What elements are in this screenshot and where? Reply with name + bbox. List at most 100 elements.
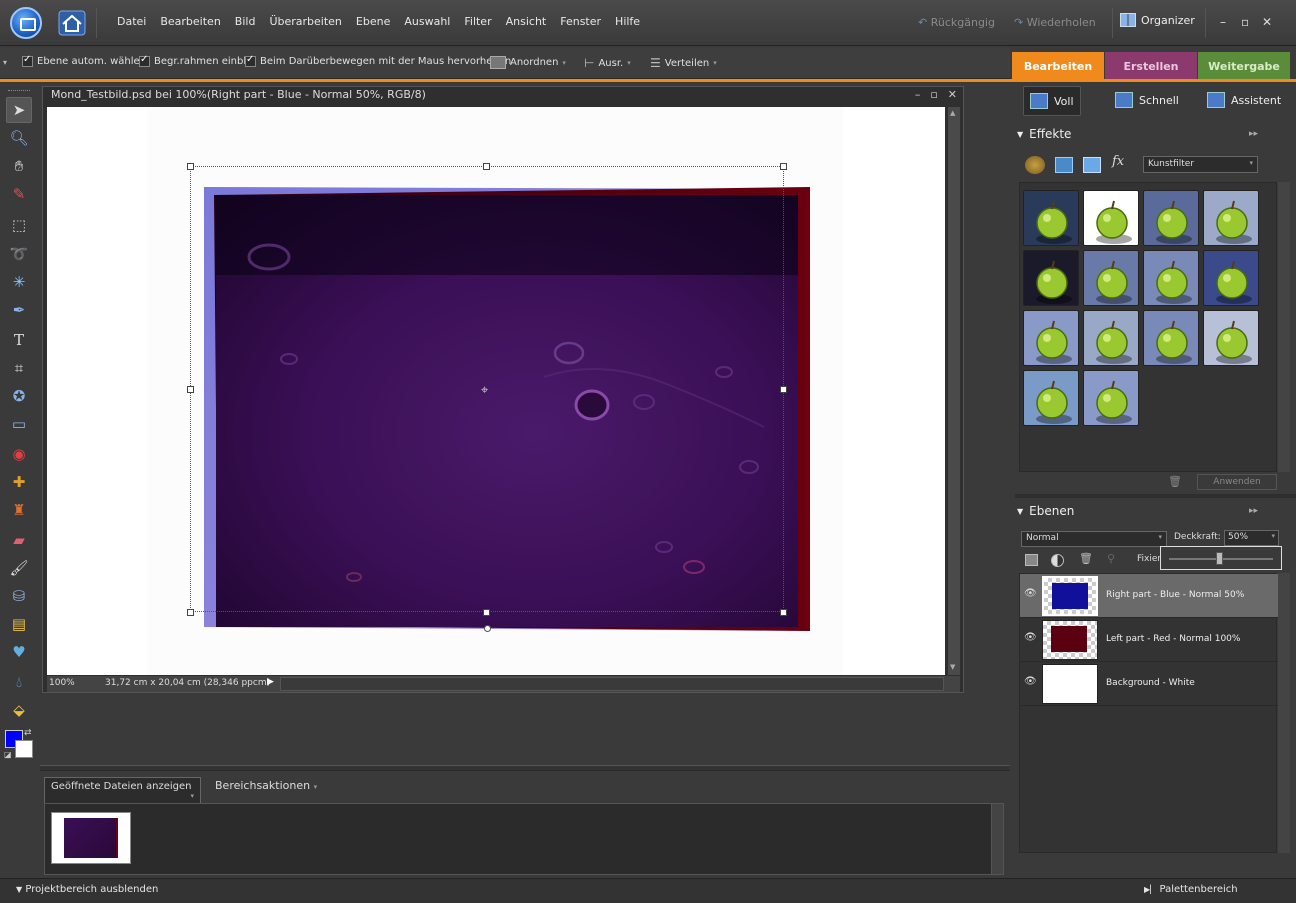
close-icon[interactable]: ✕ — [1262, 15, 1272, 29]
bounding-box-checkbox[interactable]: Begr.rahmen einbl. — [139, 54, 249, 67]
eye-icon[interactable]: 👁︎ — [1024, 588, 1038, 599]
effect-thumbnail[interactable] — [1143, 190, 1199, 246]
transform-handle-t[interactable] — [483, 163, 490, 170]
image-canvas[interactable]: ⌖ — [47, 107, 945, 675]
lasso-tool-icon[interactable]: ➰ — [6, 241, 32, 267]
horizontal-scrollbar[interactable] — [280, 677, 944, 691]
eyedropper-tool-icon[interactable]: ✎ — [6, 181, 32, 207]
layers-scrollbar[interactable] — [1278, 573, 1290, 853]
minimize-icon[interactable]: – — [1220, 15, 1226, 29]
effect-thumbnail[interactable] — [1203, 310, 1259, 366]
eye-icon[interactable]: 👁︎ — [1024, 632, 1038, 643]
effects-panel-header[interactable]: ▼ Effekte ▸▸ — [1017, 124, 1292, 144]
lock-icon[interactable]: ⚲ — [1107, 552, 1115, 565]
bin-scrollbar[interactable] — [991, 804, 1003, 874]
background-color-swatch[interactable] — [15, 740, 33, 758]
zoom-level[interactable]: 100% — [49, 678, 75, 688]
doc-maximize-icon[interactable]: ▫ — [930, 88, 937, 101]
status-menu-arrow-icon[interactable]: ▶ — [267, 677, 274, 687]
bin-actions-menu[interactable]: Bereichsaktionen ▾ — [215, 779, 317, 792]
effect-thumbnail[interactable] — [1083, 310, 1139, 366]
panel-menu-icon[interactable]: ▸▸ — [1249, 129, 1258, 139]
menu-bearbeiten[interactable]: Bearbeiten — [153, 15, 227, 28]
menu-fenster[interactable]: Fenster — [553, 15, 608, 28]
layer-row[interactable]: 👁︎ Left part - Red - Normal 100% — [1020, 618, 1278, 662]
filter-category-select[interactable]: Kunstfilter ▾ — [1143, 156, 1258, 173]
doc-close-icon[interactable]: ✕ — [948, 88, 957, 101]
undo-button[interactable]: ↶ Rückgängig — [918, 16, 995, 29]
rotate-handle[interactable] — [484, 625, 491, 632]
menu-filter[interactable]: Filter — [457, 15, 498, 28]
clone-stamp-tool-icon[interactable]: ♜ — [6, 497, 32, 523]
palette-bin-button[interactable]: ▶▏ Palettenbereich — [1144, 884, 1238, 895]
transform-handle-r[interactable] — [780, 386, 787, 393]
opacity-slider-thumb[interactable] — [1216, 552, 1223, 565]
effect-thumbnail[interactable] — [1083, 190, 1139, 246]
magic-wand-tool-icon[interactable]: ✳ — [6, 269, 32, 295]
blur-tool-icon[interactable]: 💧︎ — [6, 669, 32, 695]
menu-ebene[interactable]: Ebene — [349, 15, 397, 28]
scroll-down-icon[interactable]: ▼ — [950, 663, 955, 671]
trash-icon[interactable]: 🗑︎ — [1168, 475, 1182, 488]
transform-handle-b[interactable] — [483, 609, 490, 616]
sponge-tool-icon[interactable]: ⬙ — [6, 697, 32, 723]
tab-full-edit[interactable]: Voll — [1023, 86, 1081, 116]
type-tool-icon[interactable]: T — [6, 327, 32, 353]
open-file-thumbnail[interactable] — [51, 812, 131, 864]
organizer-button[interactable]: Organizer — [1120, 13, 1195, 27]
align-button[interactable]: ⊢ Ausr. ▾ — [584, 56, 631, 70]
distribute-button[interactable]: ☰ Verteilen ▾ — [650, 56, 717, 70]
transform-handle-tl[interactable] — [187, 163, 194, 170]
shape-tool-icon[interactable]: ♥ — [6, 639, 32, 665]
cookie-cutter-tool-icon[interactable]: ✪ — [6, 383, 32, 409]
show-open-files-select[interactable]: Geöffnete Dateien anzeigen ▾ — [44, 777, 201, 804]
layer-styles-icon[interactable] — [1055, 157, 1073, 173]
app-logo-icon[interactable] — [10, 7, 42, 39]
effect-thumbnail[interactable] — [1023, 250, 1079, 306]
zoom-tool-icon[interactable]: 🔍︎ — [6, 125, 32, 151]
straighten-tool-icon[interactable]: ▭ — [6, 411, 32, 437]
hide-project-bin-button[interactable]: ▼ Projektbereich ausblenden — [16, 884, 158, 895]
new-layer-icon[interactable] — [1025, 554, 1038, 566]
hand-tool-icon[interactable]: ✋︎ — [6, 153, 32, 179]
effect-thumbnail[interactable] — [1083, 370, 1139, 426]
layer-row[interactable]: 👁︎ Right part - Blue - Normal 50% — [1020, 574, 1278, 618]
menu-ansicht[interactable]: Ansicht — [499, 15, 554, 28]
red-eye-tool-icon[interactable]: ◉ — [6, 441, 32, 467]
panel-menu-icon[interactable]: ▸▸ — [1249, 506, 1258, 516]
menu-ueberarbeiten[interactable]: Überarbeiten — [262, 15, 348, 28]
transform-handle-tr[interactable] — [780, 163, 787, 170]
home-icon[interactable] — [58, 10, 86, 36]
transform-handle-br[interactable] — [780, 609, 787, 616]
vertical-scrollbar[interactable]: ▲ ▼ — [948, 107, 960, 675]
effect-thumbnail[interactable] — [1203, 250, 1259, 306]
effect-thumbnail[interactable] — [1023, 370, 1079, 426]
scroll-up-icon[interactable]: ▲ — [950, 109, 955, 117]
toolbox-grip[interactable] — [8, 90, 30, 91]
opacity-slider-popup[interactable] — [1160, 546, 1282, 570]
transform-handle-l[interactable] — [187, 386, 194, 393]
eye-icon[interactable]: 👁︎ — [1024, 676, 1038, 687]
effect-thumbnail[interactable] — [1143, 310, 1199, 366]
layers-panel-header[interactable]: ▼ Ebenen ▸▸ — [1017, 501, 1292, 521]
tab-guided-edit[interactable]: Assistent — [1207, 92, 1281, 108]
effects-scrollbar[interactable] — [1278, 182, 1290, 472]
crop-tool-icon[interactable]: ⌗ — [6, 355, 32, 381]
menu-hilfe[interactable]: Hilfe — [608, 15, 647, 28]
quick-selection-tool-icon[interactable]: ✒ — [6, 297, 32, 323]
all-effects-icon[interactable]: fx — [1112, 154, 1124, 169]
transform-handle-bl[interactable] — [187, 609, 194, 616]
gradient-tool-icon[interactable]: ▤ — [6, 611, 32, 637]
auto-select-checkbox[interactable]: Ebene autom. wählen — [22, 54, 146, 67]
apply-button[interactable]: Anwenden — [1197, 474, 1277, 490]
adjustment-layer-icon[interactable] — [1051, 554, 1064, 567]
blend-mode-select[interactable]: Normal ▾ — [1021, 531, 1167, 547]
options-dropdown-icon[interactable]: ▾ — [3, 58, 7, 67]
menu-bild[interactable]: Bild — [228, 15, 263, 28]
doc-minimize-icon[interactable]: – — [915, 88, 921, 101]
default-colors-icon[interactable]: ◪ — [4, 750, 12, 759]
marquee-tool-icon[interactable]: ⬚ — [6, 212, 32, 238]
move-tool-icon[interactable]: ➤ — [6, 97, 32, 123]
effect-thumbnail[interactable] — [1023, 190, 1079, 246]
healing-brush-tool-icon[interactable]: ✚ — [6, 469, 32, 495]
